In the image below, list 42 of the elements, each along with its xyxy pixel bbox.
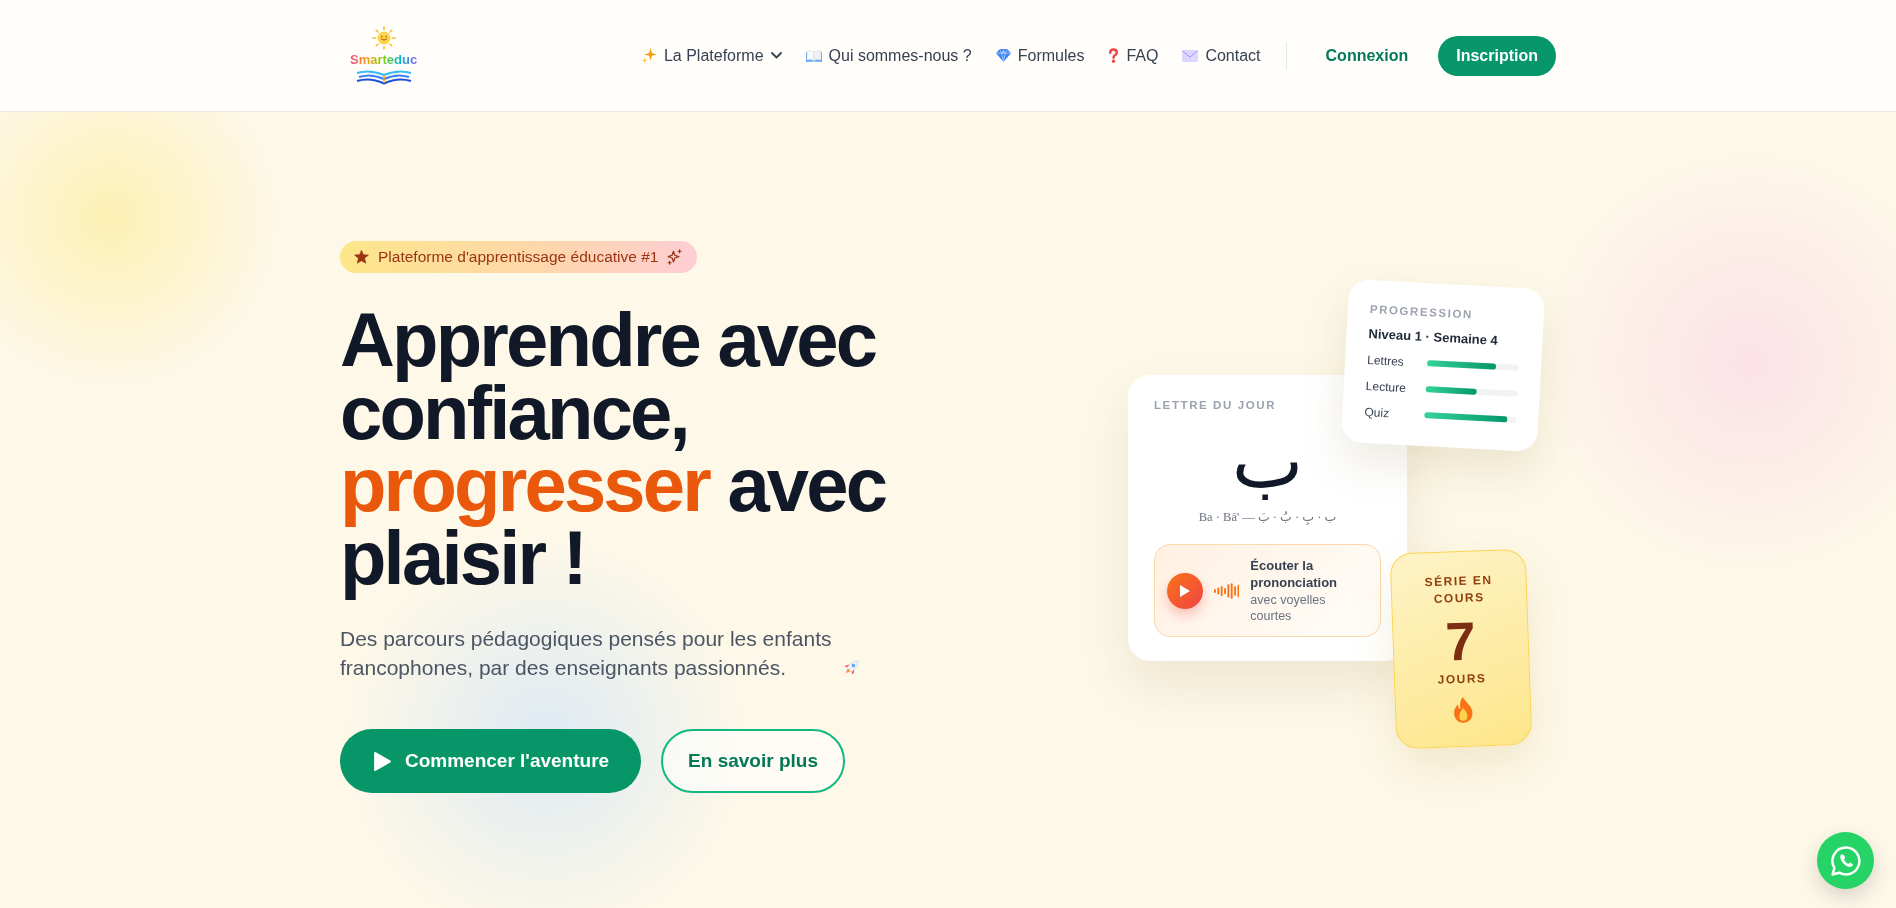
nav-link[interactable]: FAQ — [1108, 43, 1159, 68]
hero-title: Apprendre avec confiance, progresser avec plaisir ! — [340, 304, 887, 602]
card-label: PROGRESSION — [1369, 302, 1474, 323]
nav-link[interactable]: Formules — [995, 43, 1085, 68]
sun-icon — [371, 26, 396, 50]
star-icon — [354, 250, 369, 264]
streak-label: SÉRIE EN COURS — [1423, 571, 1494, 608]
play-icon — [1180, 584, 1190, 597]
play-button[interactable] — [1167, 572, 1203, 609]
gem-icon — [995, 49, 1011, 62]
sparkles-icon — [667, 249, 684, 265]
flame-icon — [1452, 696, 1474, 724]
login-link[interactable]: Connexion — [1316, 42, 1418, 69]
open-book-icon — [355, 69, 412, 85]
waveform-icon — [1214, 580, 1240, 601]
arabic-letter: ب — [1230, 421, 1305, 501]
progress-label: Lecture — [1365, 378, 1408, 398]
open-book-icon — [805, 49, 822, 62]
learn-more-button[interactable]: En savoir plus — [661, 729, 845, 793]
nav-link[interactable]: Qui sommes-nous ? — [805, 43, 972, 68]
audio-subtitle: avec voyelles courtes — [1250, 592, 1327, 624]
transliteration: Ba · Bā' — ب · بِ · بُ · بَ — [1197, 509, 1338, 526]
progress-label: Quiz — [1364, 403, 1391, 423]
progress-label: Lettres — [1366, 352, 1406, 371]
card-label: LETTRE DU JOUR — [1154, 398, 1277, 413]
play-icon — [374, 751, 391, 771]
rocket-icon — [842, 657, 862, 677]
audio-title: Écouter la prononciation — [1250, 557, 1339, 591]
signup-button[interactable]: Inscription — [1438, 35, 1556, 76]
badge-text: Plateforme d'apprentissage éducative #1 — [378, 247, 659, 268]
phone-bubble-icon — [1830, 845, 1861, 876]
streak-count: 7 — [1444, 612, 1477, 670]
level-title: Niveau 1 · Semaine 4 — [1368, 325, 1500, 350]
question-mark-icon — [1108, 48, 1120, 63]
sparkles-icon — [641, 48, 657, 63]
envelope-icon — [1182, 49, 1199, 62]
nav-dropdown[interactable]: La Plateforme — [641, 43, 782, 68]
start-button[interactable]: Commencer l'aventure — [340, 729, 642, 793]
hero-subtitle: Des parcours pédagogiques pensés pour les enfants francophones, par des enseignants passionnés. — [340, 626, 833, 681]
chevron-down-icon — [770, 52, 782, 59]
nav-link[interactable]: Contact — [1182, 43, 1261, 68]
streak-unit: JOURS — [1437, 670, 1487, 688]
